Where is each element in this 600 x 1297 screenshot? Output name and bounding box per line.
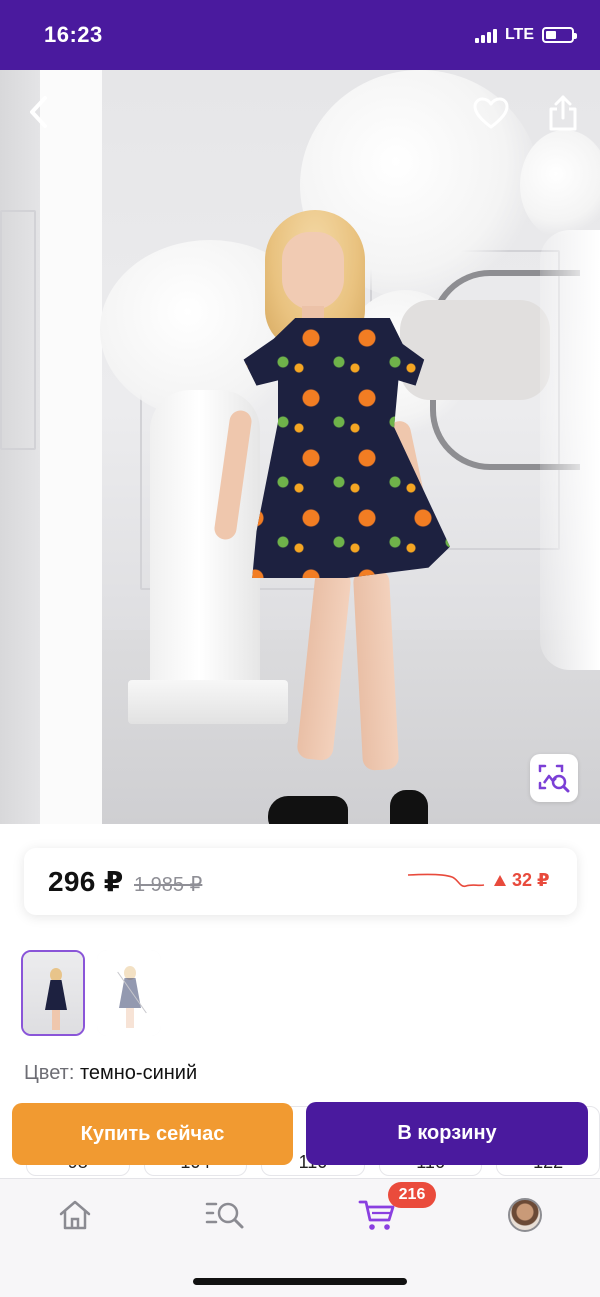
color-info: Цвет: темно-синий xyxy=(24,1062,197,1085)
visual-search-button[interactable] xyxy=(530,754,578,802)
price-history-sparkline xyxy=(407,873,485,888)
product-model xyxy=(210,210,460,824)
tab-home[interactable] xyxy=(50,1193,100,1237)
home-indicator[interactable] xyxy=(193,1278,407,1285)
back-button[interactable] xyxy=(20,92,56,132)
tab-catalog[interactable] xyxy=(200,1193,250,1237)
price-card[interactable]: 296 ₽ 1 985 ₽ 32 ₽ xyxy=(24,848,577,915)
color-label: Цвет: xyxy=(24,1062,75,1084)
color-value: темно-синий xyxy=(79,1062,198,1084)
status-bar: 16:23 LTE xyxy=(0,0,600,70)
price-change-value: 32 ₽ xyxy=(512,870,550,890)
catalog-search-icon xyxy=(205,1202,244,1229)
tab-profile[interactable] xyxy=(500,1193,550,1237)
home-icon xyxy=(59,1200,91,1230)
battery-icon xyxy=(542,27,577,43)
current-price: 296 ₽ xyxy=(48,866,124,897)
share-icon xyxy=(549,95,577,131)
old-price: 1 985 ₽ xyxy=(134,874,203,896)
product-page: 16:23 LTE 296 ₽ 1 985 ₽ 32 ₽ Цвет: темно… xyxy=(0,0,600,1297)
status-time: 16:23 xyxy=(44,22,103,47)
status-indicators: LTE xyxy=(474,26,577,44)
network-type: LTE xyxy=(504,26,534,43)
color-thumbnail-unavailable[interactable] xyxy=(97,950,161,1036)
share-button[interactable] xyxy=(542,90,584,136)
add-to-cart-button[interactable]: В корзину xyxy=(306,1102,588,1165)
cart-count-badge: 216 xyxy=(388,1182,436,1208)
avatar xyxy=(508,1198,542,1232)
image-search-icon xyxy=(538,764,570,793)
favorite-button[interactable] xyxy=(470,92,512,134)
cellular-signal-icon xyxy=(474,27,497,43)
buy-now-button[interactable]: Купить сейчас xyxy=(12,1103,293,1165)
heart-icon xyxy=(473,97,509,129)
chevron-left-icon xyxy=(30,96,47,128)
dress xyxy=(243,318,450,578)
arrow-up-icon xyxy=(494,875,506,886)
product-photo[interactable] xyxy=(0,70,600,824)
price-change: 32 ₽ xyxy=(494,870,550,891)
color-thumbnail-selected[interactable] xyxy=(21,950,85,1036)
